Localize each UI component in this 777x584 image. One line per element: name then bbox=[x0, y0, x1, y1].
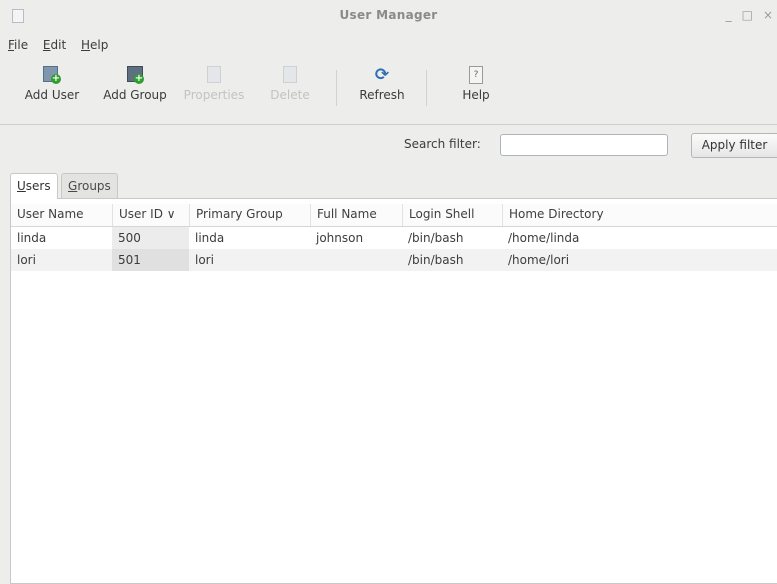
help-icon: ? bbox=[467, 66, 485, 84]
maximize-icon[interactable]: □ bbox=[742, 8, 753, 22]
cell-login-shell: /bin/bash bbox=[408, 253, 464, 267]
refresh-button[interactable]: ⟳ Refresh bbox=[350, 60, 414, 102]
search-filter-input[interactable] bbox=[500, 134, 668, 156]
cell-login-shell: /bin/bash bbox=[408, 231, 464, 245]
delete-label: Delete bbox=[270, 88, 310, 102]
properties-icon bbox=[205, 66, 223, 84]
add-group-icon: + bbox=[126, 66, 144, 84]
tab-groups[interactable]: Groups bbox=[61, 173, 118, 198]
cell-user-name: linda bbox=[17, 231, 47, 245]
properties-button[interactable]: Properties bbox=[176, 60, 252, 102]
cell-home-directory: /home/linda bbox=[508, 231, 580, 245]
cell-user-id: 501 bbox=[112, 249, 189, 271]
help-button[interactable]: ? Help bbox=[448, 60, 504, 102]
column-header-primary-group[interactable]: Primary Group bbox=[189, 204, 310, 226]
cell-user-name: lori bbox=[17, 253, 36, 267]
toolbar-separator bbox=[426, 70, 427, 106]
menu-help[interactable]: Help bbox=[81, 38, 108, 52]
help-label: Help bbox=[462, 88, 490, 102]
column-header-full-name[interactable]: Full Name bbox=[310, 204, 402, 226]
properties-label: Properties bbox=[183, 88, 245, 102]
add-group-button[interactable]: + Add Group bbox=[96, 60, 174, 102]
table-row[interactable]: lori 501 lori /bin/bash /home/lori bbox=[11, 249, 777, 271]
search-filter-label: Search filter: bbox=[404, 137, 481, 151]
close-icon[interactable]: × bbox=[763, 8, 773, 22]
delete-button[interactable]: Delete bbox=[258, 60, 322, 102]
refresh-icon: ⟳ bbox=[374, 65, 390, 85]
refresh-label: Refresh bbox=[359, 88, 405, 102]
delete-icon bbox=[281, 66, 299, 84]
minimize-icon[interactable]: _ bbox=[726, 8, 732, 22]
cell-full-name: johnson bbox=[316, 231, 364, 245]
toolbar-divider bbox=[0, 124, 777, 125]
add-user-button[interactable]: + Add User bbox=[14, 60, 90, 102]
add-group-label: Add Group bbox=[103, 88, 167, 102]
tab-users[interactable]: Users bbox=[10, 173, 58, 199]
apply-filter-button[interactable]: Apply filter bbox=[691, 133, 777, 158]
cell-full-name bbox=[310, 249, 402, 271]
column-header-user-name[interactable]: User Name bbox=[11, 204, 112, 226]
add-user-label: Add User bbox=[24, 88, 80, 102]
menu-bar: File Edit Help bbox=[8, 38, 119, 54]
column-header-login-shell[interactable]: Login Shell bbox=[402, 204, 502, 226]
cell-home-directory: /home/lori bbox=[508, 253, 570, 267]
add-user-icon: + bbox=[43, 66, 61, 84]
window-title: User Manager bbox=[339, 8, 438, 22]
menu-edit[interactable]: Edit bbox=[43, 38, 66, 52]
table-row[interactable]: linda 500 linda johnson /bin/bash /home/… bbox=[11, 227, 777, 249]
menu-file[interactable]: File bbox=[8, 38, 28, 52]
toolbar-separator bbox=[336, 70, 337, 106]
window-controls: _ □ × bbox=[716, 8, 773, 22]
table-header: User Name User ID ∨ Primary Group Full N… bbox=[11, 204, 777, 227]
column-header-user-id[interactable]: User ID ∨ bbox=[112, 204, 189, 226]
cell-primary-group: linda bbox=[195, 231, 225, 245]
cell-user-id: 500 bbox=[112, 227, 189, 249]
users-panel: User Name User ID ∨ Primary Group Full N… bbox=[10, 198, 777, 584]
column-header-home-directory[interactable]: Home Directory bbox=[502, 204, 777, 226]
cell-primary-group: lori bbox=[195, 253, 214, 267]
title-bar: User Manager _ □ × bbox=[0, 0, 777, 30]
toolbar: + Add User + Add Group Properties Delete… bbox=[0, 60, 777, 122]
